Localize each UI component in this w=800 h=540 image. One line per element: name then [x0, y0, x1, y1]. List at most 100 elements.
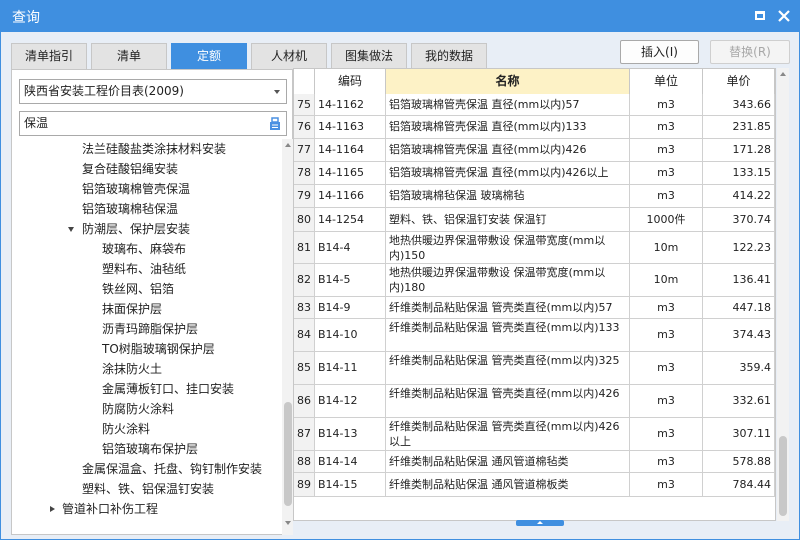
- table-row[interactable]: 85 B14-11 纤维类制品粘贴保温 管壳类直径(mm以内)325 m3 359.4: [294, 352, 775, 385]
- tree-item[interactable]: 涂抹防火土: [102, 359, 162, 379]
- expand-arrow-icon[interactable]: [68, 227, 74, 232]
- table-row[interactable]: 79 14-1166 铝箔玻璃棉毡保温 玻璃棉毡 m3 414.22: [294, 185, 775, 208]
- column-header-index: [294, 69, 315, 94]
- tree-item-label: 防火涂料: [102, 422, 151, 436]
- cell-code: B14-11: [315, 352, 386, 384]
- cell-price: 122.23: [703, 232, 775, 263]
- cell-name: 地热供暖边界保温带敷设 保温带宽度(mm以内)150: [386, 232, 630, 263]
- cell-price: 784.44: [703, 473, 775, 496]
- cell-name: 纤维类制品粘贴保温 管壳类直径(mm以内)426: [386, 385, 630, 417]
- row-index: 87: [294, 418, 315, 450]
- cell-name: 地热供暖边界保温带敷设 保温带宽度(mm以内)180: [386, 264, 630, 296]
- column-header-price[interactable]: 单价: [703, 69, 775, 94]
- tree-item[interactable]: 金属保温盒、托盘、钩钉制作安装: [82, 459, 262, 479]
- row-index: 86: [294, 385, 315, 417]
- cell-code: B14-10: [315, 319, 386, 351]
- library-select[interactable]: 陕西省安装工程价目表(2009): [19, 79, 287, 104]
- table-row[interactable]: 83 B14-9 纤维类制品粘贴保温 管壳类直径(mm以内)57 m3 447.18: [294, 297, 775, 319]
- tree-item[interactable]: 铁丝网、铝箔: [102, 279, 174, 299]
- cell-name: 纤维类制品粘贴保温 通风管道棉板类: [386, 473, 630, 496]
- tree-item[interactable]: 复合硅酸铝绳安装: [82, 159, 178, 179]
- tree-item[interactable]: 防腐防火涂料: [102, 399, 174, 419]
- replace-button[interactable]: 替换(R): [710, 40, 790, 64]
- search-input[interactable]: 保温: [19, 111, 287, 136]
- scroll-up-icon[interactable]: [285, 143, 291, 147]
- window-title: 查询: [12, 10, 40, 26]
- tree-item-label: 金属薄板钉口、挂口安装: [102, 382, 235, 396]
- cell-price: 343.66: [703, 94, 775, 115]
- cell-name: 铝箔玻璃棉管壳保温 直径(mm以内)57: [386, 94, 630, 115]
- tree-item[interactable]: 金属薄板钉口、挂口安装: [102, 379, 234, 399]
- cell-name: 纤维类制品粘贴保温 管壳类直径(mm以内)57: [386, 297, 630, 318]
- tree-item-label: 管道补口补伤工程: [62, 502, 159, 516]
- tree-item[interactable]: 管道补口补伤工程: [50, 499, 159, 519]
- cell-price: 447.18: [703, 297, 775, 318]
- tree-item[interactable]: 铝箔玻璃棉毡保温: [82, 199, 178, 219]
- row-index: 81: [294, 232, 315, 263]
- scroll-down-icon[interactable]: [285, 521, 291, 525]
- maximize-icon[interactable]: [752, 8, 768, 24]
- tree-item[interactable]: 铝箔玻璃棉管壳保温: [82, 179, 190, 199]
- tree-item[interactable]: 防火涂料: [102, 419, 150, 439]
- table-row[interactable]: 82 B14-5 地热供暖边界保温带敷设 保温带宽度(mm以内)180 10m 136.…: [294, 264, 775, 297]
- panel-splitter[interactable]: [516, 520, 564, 526]
- tree-item[interactable]: 防潮层、保护层安装: [68, 219, 190, 239]
- table-row[interactable]: 77 14-1164 铝箔玻璃棉管壳保温 直径(mm以内)426 m3 171.28: [294, 139, 775, 162]
- tab-my-data[interactable]: 我的数据: [411, 43, 487, 69]
- cell-unit: m3: [630, 185, 703, 207]
- table-row[interactable]: 75 14-1162 铝箔玻璃棉管壳保温 直径(mm以内)57 m3 343.66: [294, 94, 775, 116]
- tree-item[interactable]: 铝箔玻璃布保护层: [102, 439, 198, 459]
- tab-bill[interactable]: 清单: [91, 43, 167, 69]
- quota-tree[interactable]: 法兰硅酸盐类涂抹材料安装 复合硅酸铝绳安装 铝箔玻璃棉管壳保温 铝箔玻璃棉毡保温 防潮层…: [12, 139, 282, 535]
- table-row[interactable]: 78 14-1165 铝箔玻璃棉管壳保温 直径(mm以内)426以上 m3 133.15: [294, 162, 775, 185]
- table-row[interactable]: 76 14-1163 铝箔玻璃棉管壳保温 直径(mm以内)133 m3 231.85: [294, 116, 775, 139]
- tab-atlas[interactable]: 图集做法: [331, 43, 407, 69]
- scroll-up-icon[interactable]: [780, 72, 786, 76]
- cell-name: 铝箔玻璃棉管壳保温 直径(mm以内)426以上: [386, 162, 630, 184]
- scroll-thumb[interactable]: [779, 436, 787, 516]
- tree-item[interactable]: 塑料布、油毡纸: [102, 259, 186, 279]
- table-row[interactable]: 86 B14-12 纤维类制品粘贴保温 管壳类直径(mm以内)426 m3 332.61: [294, 385, 775, 418]
- tree-item[interactable]: 沥青玛蹄脂保护层: [102, 319, 198, 339]
- tab-quota[interactable]: 定额: [171, 43, 247, 69]
- cell-code: 14-1163: [315, 116, 386, 138]
- tree-item-label: 玻璃布、麻袋布: [102, 242, 187, 256]
- table-row[interactable]: 88 B14-14 纤维类制品粘贴保温 通风管道棉毡类 m3 578.88: [294, 451, 775, 473]
- cell-code: 14-1254: [315, 208, 386, 231]
- tree-scrollbar[interactable]: [282, 139, 293, 535]
- tree-item[interactable]: 法兰硅酸盐类涂抹材料安装: [82, 139, 226, 159]
- column-header-name[interactable]: 名称: [386, 69, 630, 94]
- tree-item[interactable]: TO树脂玻璃钢保护层: [102, 339, 215, 359]
- column-header-code[interactable]: 编码: [315, 69, 386, 94]
- cell-price: 171.28: [703, 139, 775, 161]
- table-row[interactable]: 81 B14-4 地热供暖边界保温带敷设 保温带宽度(mm以内)150 10m 122.…: [294, 232, 775, 264]
- cell-name: 纤维类制品粘贴保温 管壳类直径(mm以内)325: [386, 352, 630, 384]
- table-row[interactable]: 80 14-1254 塑料、铁、铝保温钉安装 保温钉 1000件 370.74: [294, 208, 775, 232]
- clear-search-icon[interactable]: [268, 116, 282, 130]
- chevron-down-icon[interactable]: [274, 90, 280, 94]
- tree-item-label: 铁丝网、铝箔: [102, 282, 175, 296]
- tree-item-label: TO树脂玻璃钢保护层: [102, 342, 215, 356]
- collapse-arrow-icon[interactable]: [50, 506, 55, 512]
- tree-item[interactable]: 塑料、铁、铝保温钉安装: [82, 479, 214, 499]
- cell-code: 14-1165: [315, 162, 386, 184]
- cell-price: 374.43: [703, 319, 775, 351]
- cell-price: 370.74: [703, 208, 775, 231]
- tab-guide[interactable]: 清单指引: [11, 43, 87, 69]
- table-scrollbar[interactable]: [777, 68, 789, 521]
- cell-name: 铝箔玻璃棉管壳保温 直径(mm以内)426: [386, 139, 630, 161]
- cell-code: B14-5: [315, 264, 386, 296]
- insert-button[interactable]: 插入(I): [620, 40, 699, 64]
- table-row[interactable]: 89 B14-15 纤维类制品粘贴保温 通风管道棉板类 m3 784.44: [294, 473, 775, 497]
- tree-item[interactable]: 玻璃布、麻袋布: [102, 239, 186, 259]
- tab-materials[interactable]: 人材机: [251, 43, 327, 69]
- tree-item[interactable]: 抹面保护层: [102, 299, 162, 319]
- table-row[interactable]: 87 B14-13 纤维类制品粘贴保温 管壳类直径(mm以内)426以上 m3 307.…: [294, 418, 775, 451]
- column-header-unit[interactable]: 单位: [630, 69, 703, 94]
- cell-code: B14-13: [315, 418, 386, 450]
- cell-price: 133.15: [703, 162, 775, 184]
- table-row[interactable]: 84 B14-10 纤维类制品粘贴保温 管壳类直径(mm以内)133 m3 374.43: [294, 319, 775, 352]
- scroll-thumb[interactable]: [284, 402, 292, 506]
- close-icon[interactable]: [776, 8, 792, 24]
- cell-code: B14-4: [315, 232, 386, 263]
